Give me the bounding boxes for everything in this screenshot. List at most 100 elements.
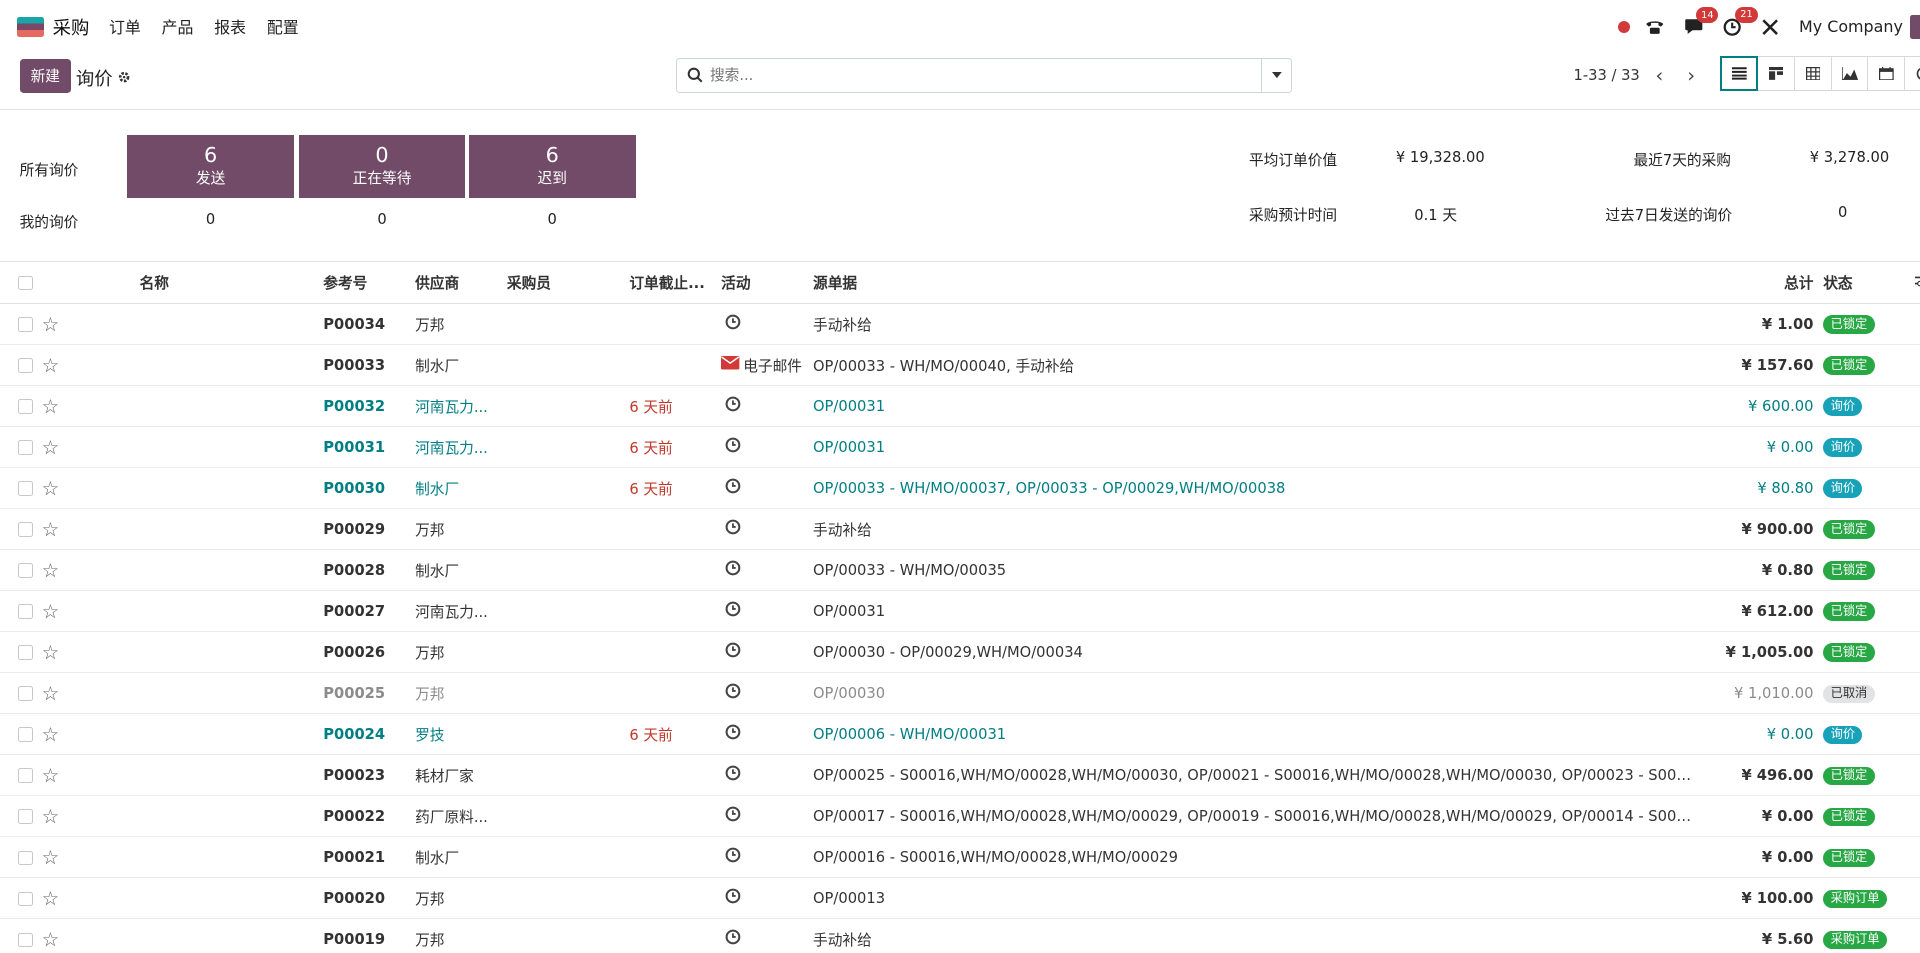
row-activity[interactable] [721,754,813,797]
row-activity[interactable] [721,631,813,674]
row-checkbox[interactable] [18,768,34,784]
row-checkbox[interactable] [18,317,34,332]
star-icon[interactable]: ☆ [42,805,60,828]
col-total[interactable]: 总计 [1694,262,1824,305]
activity-clock-icon[interactable] [725,478,741,498]
pager-next-icon[interactable]: › [1679,64,1703,87]
star-icon[interactable]: ☆ [42,682,60,705]
table-row[interactable]: ☆ P00030 制水厂 6 天前 OP/00033 - WH/MO/00037, OP… [0,467,1920,510]
debug-tools-icon[interactable] [1761,18,1779,36]
row-activity[interactable] [721,836,813,879]
activity-clock-icon[interactable]: 21 [1723,6,1758,36]
row-checkbox[interactable] [18,850,34,866]
col-ref[interactable]: 参考号 [323,262,416,305]
row-checkbox[interactable] [18,440,34,456]
row-checkbox[interactable] [18,932,34,948]
col-vendor[interactable]: 供应商 [415,262,507,305]
table-row[interactable]: ☆ P00034 万邦 手动补给 ¥ 1.00 已锁定 [0,303,1920,346]
star-icon[interactable]: ☆ [42,313,60,336]
optional-columns-icon[interactable] [1915,274,1920,291]
table-row[interactable]: ☆ P00033 制水厂 电子邮件 OP/00033 - WH/MO/00040, 手动… [0,344,1920,387]
table-row[interactable]: ☆ P00019 万邦 手动补给 ¥ 5.60 采购订单 [0,918,1920,953]
activity-view-icon[interactable] [1904,56,1920,91]
chat-icon[interactable]: 14 [1684,7,1719,35]
star-icon[interactable]: ☆ [42,887,60,910]
dash-card-late[interactable]: 6 迟到 [468,134,636,199]
activity-clock-icon[interactable] [725,601,741,621]
row-checkbox[interactable] [18,645,34,661]
row-checkbox[interactable] [18,563,34,579]
col-deadline[interactable]: 订单截止... [629,262,722,305]
row-activity[interactable] [721,590,813,633]
star-icon[interactable]: ☆ [42,559,60,582]
row-checkbox[interactable] [18,358,34,373]
activity-clock-icon[interactable] [725,847,741,867]
new-button[interactable]: 新建 [19,58,71,94]
table-row[interactable]: ☆ P00032 河南瓦力... 6 天前 OP/00031 ¥ 600.00 询价 [0,385,1920,428]
table-row[interactable]: ☆ P00027 河南瓦力... OP/00031 ¥ 612.00 已锁定 [0,590,1920,633]
kanban-view-icon[interactable] [1757,56,1796,91]
menu-reports[interactable]: 报表 [214,15,246,38]
row-checkbox[interactable] [18,604,34,620]
table-row[interactable]: ☆ P00031 河南瓦力... 6 天前 OP/00031 ¥ 0.00 询价 [0,426,1920,469]
table-row[interactable]: ☆ P00029 万邦 手动补给 ¥ 900.00 已锁定 [0,508,1920,551]
table-row[interactable]: ☆ P00023 耗材厂家 OP/00025 - S00016,WH/MO/00028… [0,754,1920,797]
activity-clock-icon[interactable] [725,437,741,457]
star-icon[interactable]: ☆ [42,477,60,500]
row-activity[interactable] [721,877,813,920]
phone-icon[interactable] [1645,18,1665,35]
star-icon[interactable]: ☆ [42,518,60,541]
star-icon[interactable]: ☆ [42,928,60,951]
menu-config[interactable]: 配置 [267,15,299,38]
activity-clock-icon[interactable] [725,888,741,908]
select-all-checkbox[interactable] [18,275,34,291]
activity-clock-icon[interactable] [725,396,741,416]
row-checkbox[interactable] [18,481,34,497]
row-activity[interactable] [721,918,813,953]
star-icon[interactable]: ☆ [42,846,60,869]
my-sent-value[interactable]: 0 [127,211,294,228]
pager-prev-icon[interactable]: ‹ [1647,64,1671,87]
row-checkbox[interactable] [18,522,34,538]
recording-dot-icon[interactable] [1617,20,1631,34]
table-row[interactable]: ☆ P00025 万邦 OP/00030 ¥ 1,010.00 已取消 [0,672,1920,715]
menu-orders[interactable]: 订单 [109,15,141,38]
activity-clock-icon[interactable] [725,806,741,826]
star-icon[interactable]: ☆ [42,723,60,746]
my-late-value[interactable]: 0 [469,211,636,228]
list-view-icon[interactable] [1720,56,1759,91]
row-activity[interactable] [721,713,813,756]
star-icon[interactable]: ☆ [42,641,60,664]
row-activity[interactable] [721,467,813,510]
row-activity[interactable] [721,795,813,838]
table-row[interactable]: ☆ P00020 万邦 OP/00013 ¥ 100.00 采购订单 [0,877,1920,920]
row-checkbox[interactable] [18,399,34,415]
calendar-view-icon[interactable] [1867,56,1906,91]
star-icon[interactable]: ☆ [42,764,60,787]
row-checkbox[interactable] [18,727,34,743]
table-row[interactable]: ☆ P00026 万邦 OP/00030 - OP/00029,WH/MO/00034… [0,631,1920,674]
activity-clock-icon[interactable] [725,314,741,334]
activity-clock-icon[interactable] [725,929,741,949]
dash-card-waiting[interactable]: 0 正在等待 [298,134,466,199]
row-activity[interactable] [721,508,813,551]
app-brand[interactable]: 采购 [17,14,89,40]
row-checkbox[interactable] [18,891,34,907]
row-activity[interactable] [721,426,813,469]
dash-card-sent[interactable]: 6 发送 [127,134,294,199]
row-activity[interactable]: 电子邮件 [721,344,813,387]
table-row[interactable]: ☆ P00022 药厂原料... OP/00017 - S00016,WH/MO/00… [0,795,1920,838]
table-row[interactable]: ☆ P00028 制水厂 OP/00033 - WH/MO/00035 ¥ 0.80 已锁… [0,549,1920,592]
table-row[interactable]: ☆ P00021 制水厂 OP/00016 - S00016,WH/MO/00028,… [0,836,1920,879]
pivot-view-icon[interactable] [1793,56,1832,91]
user-avatar[interactable] [1910,14,1920,40]
star-icon[interactable]: ☆ [42,395,60,418]
activity-clock-icon[interactable] [725,765,741,785]
activity-clock-icon[interactable] [725,560,741,580]
gear-icon[interactable] [118,67,130,88]
search-options-toggle[interactable] [1261,58,1290,93]
row-activity[interactable] [721,549,813,592]
pager-value[interactable]: 1-33 / 33 [1573,67,1639,84]
star-icon[interactable]: ☆ [42,436,60,459]
activity-clock-icon[interactable] [725,642,741,662]
